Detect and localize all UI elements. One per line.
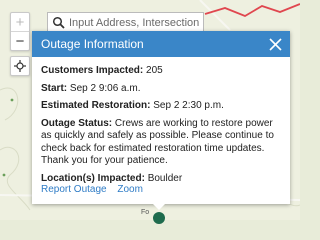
start-label: Start: xyxy=(41,82,68,94)
search-icon xyxy=(52,16,65,29)
locations-label: Location(s) Impacted: xyxy=(41,172,145,184)
popup-pointer xyxy=(152,203,166,210)
outage-popup: Outage Information Customers Impacted: 2… xyxy=(32,31,290,204)
map-place-label: Fo xyxy=(141,209,150,216)
popup-header: Outage Information xyxy=(32,31,290,57)
popup-body: Customers Impacted: 205 Start: Sep 2 9:0… xyxy=(32,57,290,185)
outage-marker[interactable] xyxy=(153,212,165,224)
zoom-in-button[interactable]: + xyxy=(11,13,29,31)
crosshair-icon xyxy=(14,60,26,72)
restoration-value: Sep 2 2:30 p.m. xyxy=(153,100,224,111)
customers-value: 205 xyxy=(146,65,163,76)
search-input[interactable] xyxy=(69,17,199,29)
zoom-link[interactable]: Zoom xyxy=(117,184,143,195)
customers-row: Customers Impacted: 205 xyxy=(41,65,281,78)
popup-footer: Report Outage Zoom xyxy=(41,184,151,195)
start-row: Start: Sep 2 9:06 a.m. xyxy=(41,83,281,96)
report-outage-link[interactable]: Report Outage xyxy=(41,184,107,195)
restoration-row: Estimated Restoration: Sep 2 2:30 p.m. xyxy=(41,100,281,113)
close-icon xyxy=(268,37,282,51)
status-label: Outage Status: xyxy=(41,117,113,129)
restoration-label: Estimated Restoration: xyxy=(41,100,151,111)
locate-button[interactable] xyxy=(10,56,30,76)
zoom-control: + − xyxy=(10,12,30,51)
start-value: Sep 2 9:06 a.m. xyxy=(69,82,141,94)
locations-value: Boulder xyxy=(147,172,183,184)
status-row: Outage Status: Crews are working to rest… xyxy=(41,118,281,168)
popup-title: Outage Information xyxy=(41,37,144,51)
customers-label: Customers Impacted: xyxy=(41,65,144,76)
close-button[interactable] xyxy=(268,37,282,51)
zoom-out-button[interactable]: − xyxy=(11,31,29,50)
